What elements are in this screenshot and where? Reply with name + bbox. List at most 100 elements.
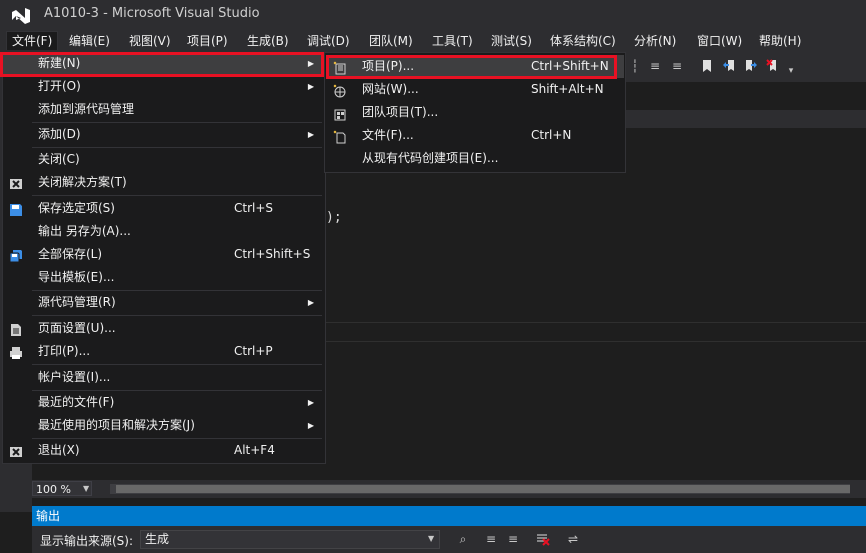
exit-icon [9, 444, 23, 458]
new-submenu-item-label: 网站(W)... [362, 82, 419, 96]
file-menu-item-label: 导出模板(E)... [38, 270, 115, 284]
menu-11[interactable]: 窗口(W) [692, 32, 747, 50]
save-icon [9, 202, 23, 216]
file-menu-item-15[interactable]: 最近使用的项目和解决方案(J) ▶ [2, 414, 324, 437]
output-source-label: 显示输出来源(S): [40, 534, 134, 548]
menu-6[interactable]: 团队(M) [364, 32, 418, 50]
code-text[interactable]: ); [326, 210, 342, 225]
menu-separator [32, 195, 322, 196]
file-menu-item-11[interactable]: 页面设置(U)... [2, 317, 324, 340]
file-menu-item-label: 全部保存(L) [38, 247, 103, 261]
new-submenu-item-1[interactable]: 网站(W)... Shift+Alt+N [326, 78, 624, 101]
file-menu-item-13[interactable]: 帐户设置(I)... [2, 366, 324, 389]
file-menu-item-label: 关闭解决方案(T) [38, 175, 127, 189]
file-menu-item-label: 最近的文件(F) [38, 395, 115, 409]
file-menu-item-label: 帐户设置(I)... [38, 370, 111, 384]
new-website-icon [333, 83, 347, 98]
clear-all-icon[interactable] [536, 532, 550, 546]
toolbar-overflow-icon[interactable]: ▾ [784, 64, 798, 78]
menu-separator [32, 315, 322, 316]
file-menu-item-label: 添加(D) [38, 127, 81, 141]
submenu-arrow-icon: ▶ [307, 298, 314, 307]
file-menu-item-14[interactable]: 最近的文件(F) ▶ [2, 391, 324, 414]
file-menu-item-label: 关闭(C) [38, 152, 80, 166]
file-menu-item-12[interactable]: 打印(P)... Ctrl+P [2, 340, 324, 363]
close-solution-icon [9, 176, 23, 190]
print-icon [9, 345, 23, 359]
file-menu-item-shortcut: Alt+F4 [234, 443, 275, 457]
visual-studio-logo-icon [12, 8, 30, 24]
highlight-new-project-item [326, 55, 617, 79]
file-menu-item-16[interactable]: 退出(X) Alt+F4 [2, 439, 324, 462]
submenu-arrow-icon: ▶ [307, 421, 314, 430]
menu-9[interactable]: 体系结构(C) [545, 32, 621, 50]
output-source-select[interactable]: 生成 [140, 530, 440, 549]
file-menu-item-3[interactable]: 添加(D) ▶ [2, 123, 324, 146]
file-menu-item-shortcut: Ctrl+S [234, 201, 274, 215]
next-bookmark-icon[interactable] [744, 59, 758, 73]
toolbar-separator-icon: ┆ [631, 59, 639, 73]
menu-2[interactable]: 视图(V) [124, 32, 176, 50]
menu-10[interactable]: 分析(N) [629, 32, 681, 50]
menu-3[interactable]: 项目(P) [182, 32, 233, 50]
current-line-highlight [326, 322, 866, 342]
window-title: A1010-3 - Microsoft Visual Studio [44, 6, 260, 21]
new-submenu-item-3[interactable]: 文件(F)... Ctrl+N [326, 124, 624, 147]
menu-7[interactable]: 工具(T) [427, 32, 478, 50]
zoom-dropdown-arrow-icon[interactable]: ▼ [83, 484, 89, 493]
file-menu-item-2[interactable]: 添加到源代码管理 [2, 98, 324, 121]
submenu-arrow-icon: ▶ [307, 82, 314, 91]
new-submenu-item-2[interactable]: 团队项目(T)... [326, 101, 624, 124]
new-submenu-item-label: 文件(F)... [362, 128, 414, 142]
output-panel-title: 输出 [32, 506, 866, 526]
submenu-arrow-icon: ▶ [307, 398, 314, 407]
scrollbar-thumb[interactable] [116, 485, 850, 493]
word-wrap-icon[interactable]: ⇌ [566, 532, 580, 546]
new-submenu-item-shortcut: Ctrl+N [531, 128, 572, 142]
file-menu-item-label: 页面设置(U)... [38, 321, 116, 335]
menu-12[interactable]: 帮助(H) [754, 32, 806, 50]
file-menu-item-label: 输出 另存为(A)... [38, 224, 131, 238]
new-submenu-item-label: 从现有代码创建项目(E)... [362, 151, 499, 165]
file-menu-item-label: 退出(X) [38, 443, 80, 457]
file-menu-item-9[interactable]: 导出模板(E)... [2, 266, 324, 289]
file-menu-item-1[interactable]: 打开(O) ▶ [2, 75, 324, 98]
output-source-dropdown-icon[interactable]: ▼ [428, 534, 434, 543]
file-menu-item-label: 打印(P)... [38, 344, 91, 358]
file-menu-item-8[interactable]: 全部保存(L) Ctrl+Shift+S [2, 243, 324, 266]
prev-message-icon[interactable]: ≡ [484, 532, 498, 546]
menu-8[interactable]: 测试(S) [486, 32, 537, 50]
menu-separator [32, 364, 322, 365]
file-menu-item-10[interactable]: 源代码管理(R) ▶ [2, 291, 324, 314]
file-menu-item-6[interactable]: 保存选定项(S) Ctrl+S [2, 197, 324, 220]
file-menu-item-shortcut: Ctrl+Shift+S [234, 247, 311, 261]
team-project-icon [333, 106, 347, 121]
outdent-icon[interactable]: ≡ [648, 59, 662, 73]
indent-icon[interactable]: ≡ [670, 59, 684, 73]
prev-bookmark-icon[interactable] [722, 59, 736, 73]
file-menu-item-label: 保存选定项(S) [38, 201, 115, 215]
file-menu-item-label: 最近使用的项目和解决方案(J) [38, 418, 195, 432]
new-submenu-item-4[interactable]: 从现有代码创建项目(E)... [326, 147, 624, 170]
new-file-icon [333, 129, 347, 144]
file-menu-item-label: 添加到源代码管理 [38, 102, 135, 116]
new-submenu-item-label: 团队项目(T)... [362, 105, 439, 119]
save-all-icon [9, 248, 23, 263]
page-setup-icon [9, 322, 23, 336]
menu-0[interactable]: 文件(F) [6, 31, 59, 50]
find-message-icon[interactable]: ⌕ [456, 532, 470, 546]
menu-4[interactable]: 生成(B) [242, 32, 294, 50]
bookmark-icon[interactable] [700, 59, 714, 73]
clear-bookmarks-icon[interactable] [766, 59, 780, 73]
next-message-icon[interactable]: ≡ [506, 532, 520, 546]
new-submenu-item-shortcut: Shift+Alt+N [531, 82, 604, 96]
highlight-new-menu-item [0, 52, 324, 77]
file-menu-item-4[interactable]: 关闭(C) [2, 148, 324, 171]
menu-1[interactable]: 编辑(E) [64, 32, 115, 50]
file-menu-item-label: 源代码管理(R) [38, 295, 116, 309]
menu-5[interactable]: 调试(D) [302, 32, 355, 50]
file-menu-item-7[interactable]: 输出 另存为(A)... [2, 220, 324, 243]
file-menu-item-label: 打开(O) [38, 79, 81, 93]
file-menu-item-5[interactable]: 关闭解决方案(T) [2, 171, 324, 194]
submenu-arrow-icon: ▶ [307, 130, 314, 139]
